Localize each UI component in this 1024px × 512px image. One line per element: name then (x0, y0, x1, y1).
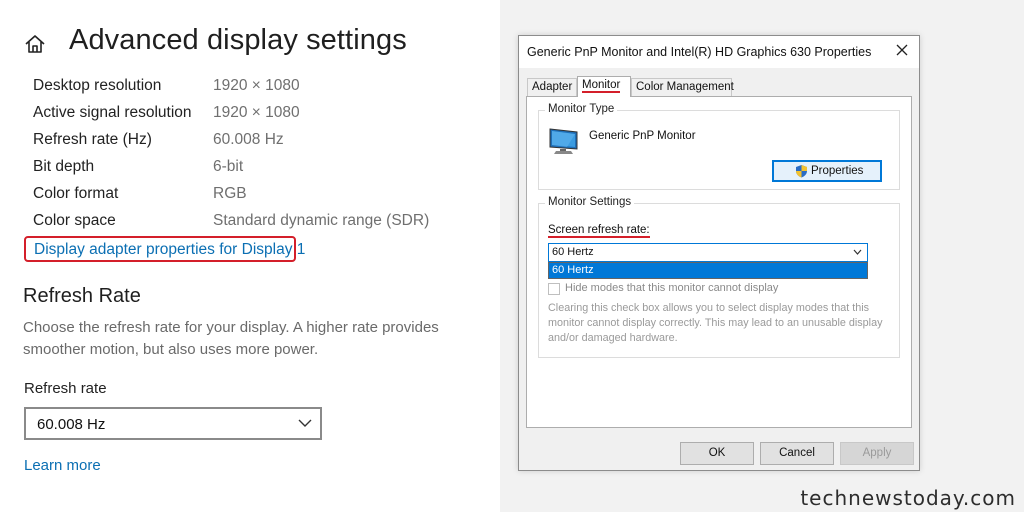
screen-refresh-rate-label-text: Screen refresh rate: (548, 224, 650, 238)
watermark: technewstoday.com (800, 486, 1016, 510)
info-value: RGB (213, 185, 247, 202)
tab-adapter[interactable]: Adapter (527, 78, 577, 96)
screen-refresh-rate-label: Screen refresh rate: (548, 224, 650, 238)
info-value: 60.008 Hz (213, 131, 284, 148)
info-label: Bit depth (33, 158, 95, 175)
info-label: Color space (33, 212, 116, 229)
dialog-title: Generic PnP Monitor and Intel(R) HD Grap… (527, 45, 872, 59)
monitor-settings-group: Monitor Settings Screen refresh rate: 60… (538, 196, 900, 358)
hide-modes-warning: Clearing this check box allows you to se… (548, 302, 883, 344)
screen-refresh-rate-value: 60 Hertz (552, 246, 594, 258)
info-label: Refresh rate (Hz) (33, 131, 152, 148)
apply-button[interactable]: Apply (840, 442, 914, 465)
group-title: Monitor Type (545, 103, 618, 115)
monitor-type-group: Monitor Type Generic PnP Monitor Propert… (538, 103, 900, 190)
tab-label: Color Management (636, 81, 734, 93)
ok-button[interactable]: OK (680, 442, 754, 465)
close-icon[interactable] (895, 43, 909, 57)
info-label: Color format (33, 185, 119, 202)
hide-modes-checkbox[interactable] (548, 283, 560, 295)
info-label: Active signal resolution (33, 104, 192, 121)
info-value: 1920 × 1080 (213, 104, 300, 121)
home-icon[interactable] (24, 34, 46, 54)
monitor-properties-button[interactable]: Properties (772, 160, 882, 182)
info-value: 1920 × 1080 (213, 77, 300, 94)
tab-color-management[interactable]: Color Management (631, 78, 734, 96)
info-value: Standard dynamic range (SDR) (213, 212, 430, 229)
refresh-rate-option-60-hertz[interactable]: 60 Hertz (548, 262, 868, 279)
refresh-rate-description: Choose the refresh rate for your display… (23, 319, 439, 358)
learn-more-link[interactable]: Learn more (24, 457, 101, 474)
tab-label: Adapter (532, 81, 573, 93)
tab-label: Monitor (582, 79, 621, 93)
monitor-tab-panel: Monitor Type Generic PnP Monitor Propert… (526, 96, 912, 428)
option-label: 60 Hertz (552, 264, 594, 276)
cancel-button[interactable]: Cancel (760, 442, 834, 465)
section-title-refresh-rate: Refresh Rate (23, 285, 141, 307)
info-value: 6-bit (213, 158, 244, 175)
refresh-rate-selected-value: 60.008 Hz (37, 416, 106, 433)
adapter-properties-link[interactable]: Display adapter properties for Display 1 (34, 241, 305, 259)
page-title: Advanced display settings (69, 24, 407, 56)
monitor-icon (549, 128, 578, 154)
adapter-properties-link-highlight: Display adapter properties for Display 1 (24, 236, 305, 262)
tab-monitor[interactable]: Monitor (577, 76, 631, 97)
screen-refresh-rate-select[interactable]: 60 Hertz (548, 243, 868, 262)
properties-dialog: Generic PnP Monitor and Intel(R) HD Grap… (518, 35, 920, 471)
refresh-rate-select[interactable]: 60.008 Hz (24, 407, 322, 440)
info-label: Desktop resolution (33, 77, 162, 94)
monitor-name: Generic PnP Monitor (589, 130, 696, 142)
properties-button-label: Properties (811, 165, 864, 177)
shield-icon (796, 165, 807, 178)
dialog-titlebar[interactable]: Generic PnP Monitor and Intel(R) HD Grap… (519, 36, 919, 68)
settings-page: Advanced display settings Desktop resolu… (0, 0, 500, 512)
chevron-down-icon (853, 249, 862, 255)
hide-modes-label: Hide modes that this monitor cannot disp… (565, 282, 779, 294)
group-title: Monitor Settings (545, 196, 635, 208)
chevron-down-icon (298, 419, 312, 427)
refresh-rate-label: Refresh rate (24, 380, 107, 397)
